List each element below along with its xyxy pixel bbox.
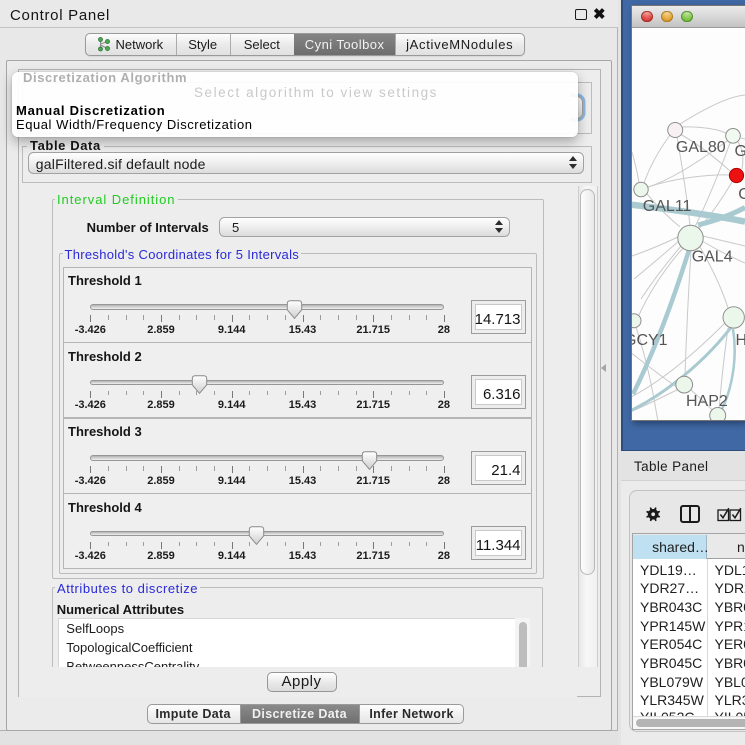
svg-text:GAL11: GAL11 [643,198,692,215]
svg-text:HAP2: HAP2 [686,393,728,410]
svg-text:GAL80: GAL80 [676,139,726,156]
svg-text:GCY1: GCY1 [632,332,668,349]
svg-text:CRM1: CRM1 [738,186,745,203]
svg-text:HIS4: HIS4 [736,332,745,349]
svg-text:GAL4: GAL4 [692,249,733,266]
svg-text:GAL2: GAL2 [735,143,745,160]
